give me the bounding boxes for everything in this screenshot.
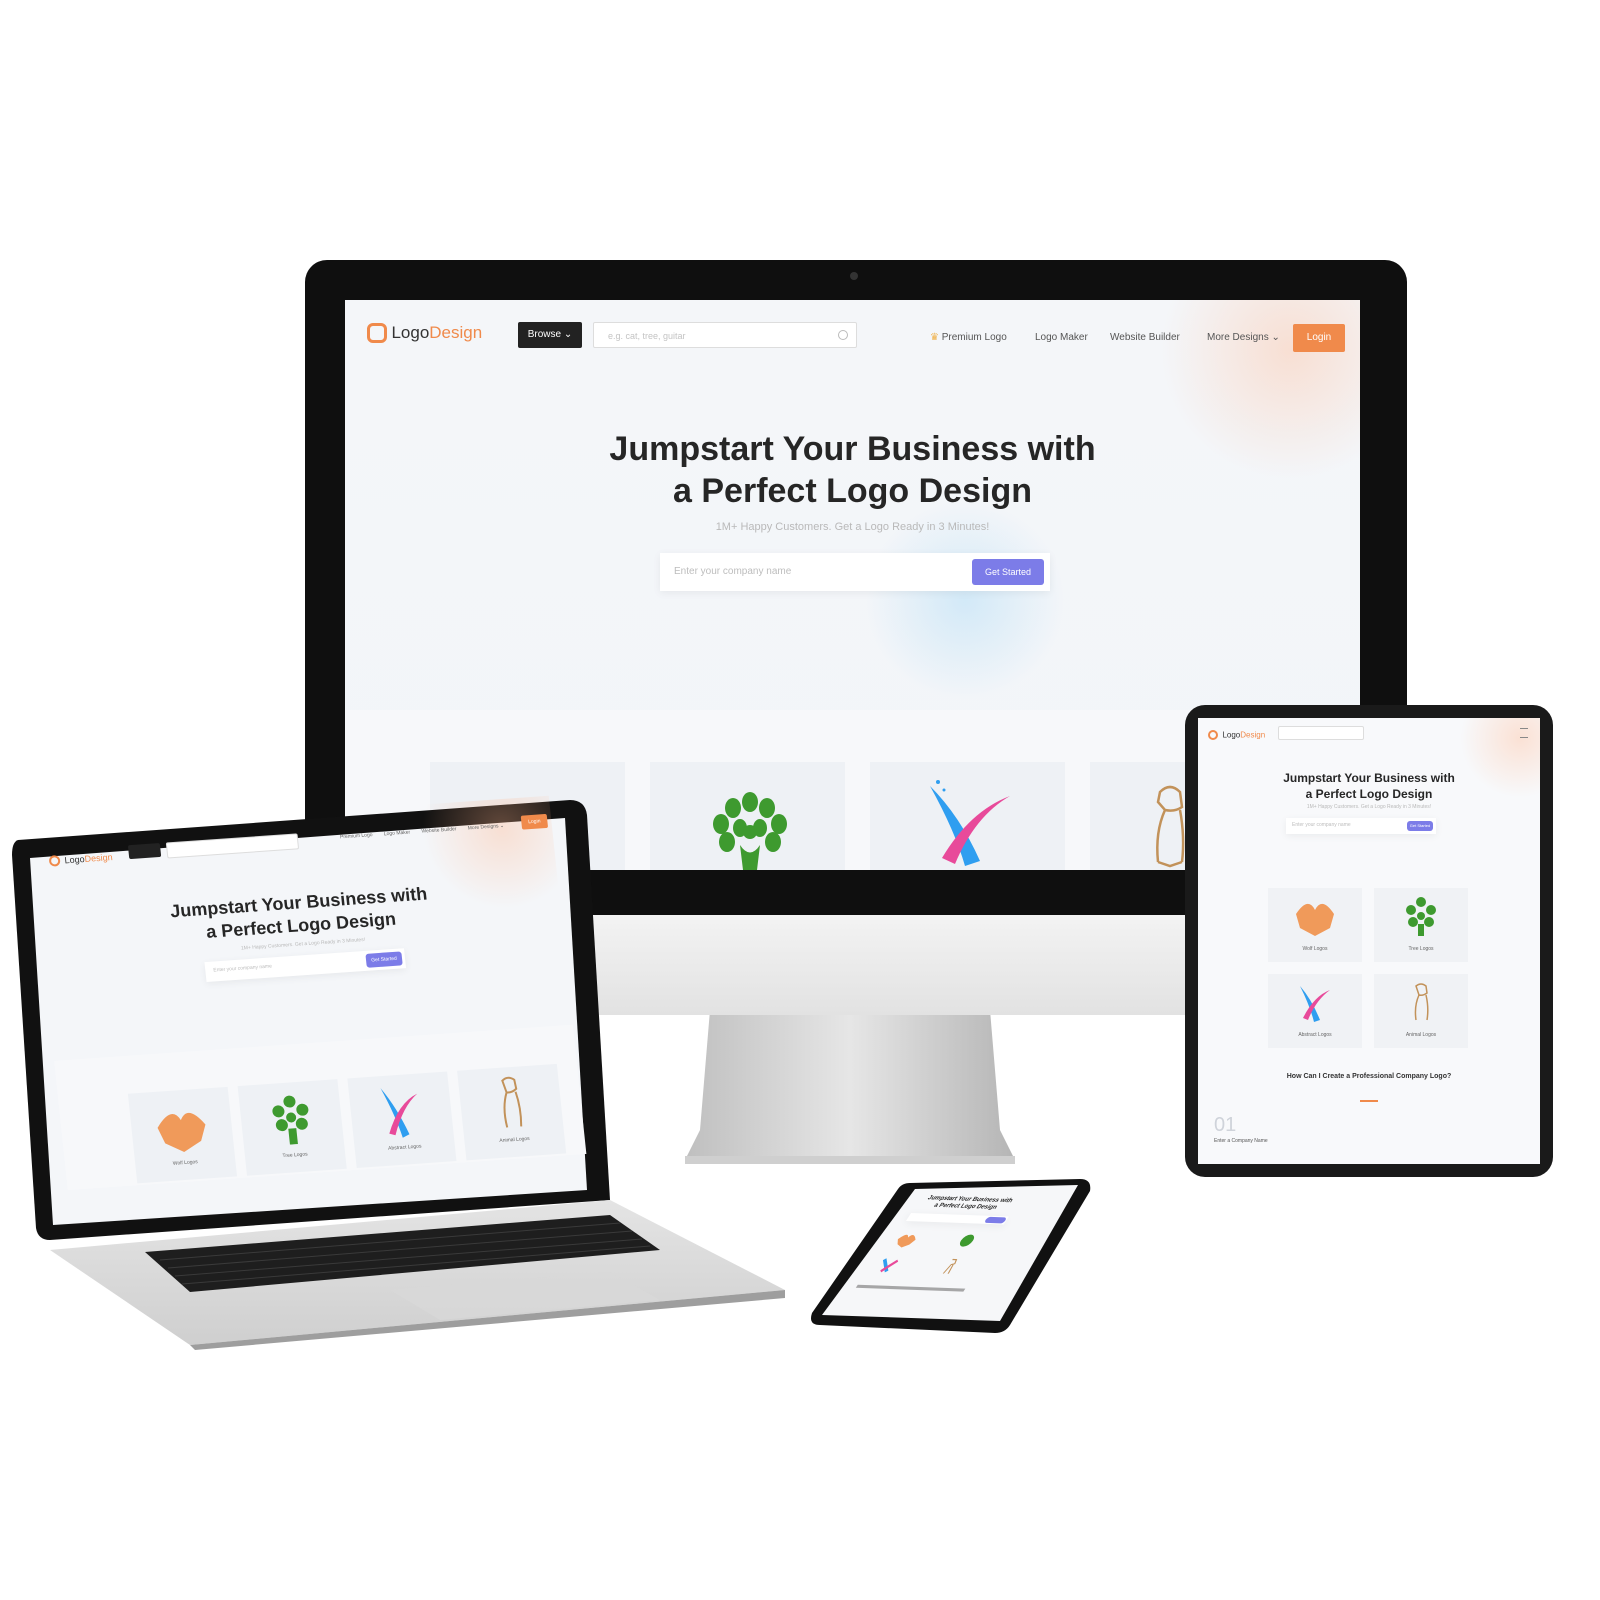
phone-hero-title: Jumpstart Your Business with a Perfect L… bbox=[925, 1195, 1014, 1211]
laptop-card-wolf[interactable]: Wolf Logos bbox=[127, 1086, 238, 1184]
laptop-screen: LogoDesign Premium Logo Logo Maker Websi… bbox=[30, 795, 587, 1191]
tablet-heading-underline bbox=[1360, 1100, 1378, 1102]
tree-logo-icon bbox=[713, 792, 787, 870]
x-logo-icon bbox=[1300, 986, 1330, 1022]
logo-mark-icon bbox=[48, 855, 61, 867]
laptop-card-abstract[interactable]: Abstract Logos bbox=[347, 1071, 457, 1169]
browse-button[interactable]: Browse ⌄ bbox=[518, 322, 582, 348]
search-placeholder: e.g. cat, tree, guitar bbox=[608, 331, 686, 341]
laptop-search-input[interactable] bbox=[165, 833, 300, 859]
get-started-button[interactable]: Get Started bbox=[972, 559, 1044, 585]
tablet-step-number: 01 bbox=[1214, 1114, 1237, 1136]
tablet-get-started-button[interactable]: Get Started bbox=[1407, 821, 1433, 831]
laptop-browse-button[interactable] bbox=[127, 842, 162, 860]
logo-card-abstract[interactable] bbox=[870, 762, 1065, 870]
tablet-card-wolf[interactable]: Wolf Logos bbox=[1268, 888, 1362, 962]
laptop-get-started-button[interactable]: Get Started bbox=[365, 951, 403, 968]
dog-logo-icon bbox=[942, 1258, 958, 1274]
tablet-card-abstract[interactable]: Abstract Logos bbox=[1268, 974, 1362, 1048]
company-name-placeholder: Enter your company name bbox=[674, 566, 792, 577]
nav-link-logo-maker[interactable]: Logo Maker bbox=[1035, 332, 1088, 343]
laptop-company-input[interactable]: Enter your company name Get Started bbox=[204, 948, 407, 983]
x-logo-icon bbox=[880, 1258, 899, 1273]
tree-logo-icon bbox=[959, 1234, 975, 1247]
hero-subtitle: 1M+ Happy Customers. Get a Logo Ready in… bbox=[715, 521, 990, 533]
brand-name-part1: Logo bbox=[391, 323, 430, 342]
site-header: LogoDesign Browse ⌄ e.g. cat, tree, guit… bbox=[345, 300, 1360, 370]
tablet-search-input[interactable] bbox=[1278, 726, 1364, 740]
laptop-login-button[interactable]: Login bbox=[520, 813, 549, 830]
logo-card-tree[interactable] bbox=[650, 762, 845, 870]
brand-logo[interactable]: LogoDesign bbox=[367, 323, 482, 349]
search-icon[interactable] bbox=[838, 330, 848, 340]
monitor-stand bbox=[670, 1010, 1030, 1170]
monitor-camera bbox=[850, 272, 858, 280]
nav-link-website-builder[interactable]: Website Builder bbox=[1110, 332, 1180, 343]
laptop-brand-logo[interactable]: LogoDesign bbox=[48, 848, 113, 870]
laptop-card-animal[interactable]: Animal Logos bbox=[457, 1063, 567, 1161]
phone-section-heading bbox=[855, 1284, 966, 1292]
logo-mark-icon bbox=[1208, 729, 1218, 740]
wolf-logo-icon bbox=[897, 1234, 916, 1248]
tablet-hero-subtitle: 1M+ Happy Customers. Get a Logo Ready in… bbox=[1306, 804, 1432, 810]
nav-link-more-designs[interactable]: More Designs ⌄ bbox=[1207, 332, 1280, 343]
login-button[interactable]: Login bbox=[1293, 324, 1345, 352]
search-input[interactable]: e.g. cat, tree, guitar bbox=[593, 322, 857, 348]
x-logo-icon bbox=[380, 1088, 418, 1138]
logo-mark-icon bbox=[367, 323, 387, 343]
tablet-company-input[interactable]: Enter your company name Get Started bbox=[1286, 818, 1436, 834]
phone-get-started-button[interactable] bbox=[983, 1216, 1008, 1224]
crown-icon: ♛ bbox=[930, 332, 939, 343]
tablet-section-heading: How Can I Create a Professional Company … bbox=[1286, 1073, 1452, 1080]
phone-company-input[interactable] bbox=[905, 1213, 1009, 1225]
tablet-screen: LogoDesign Jumpstart Your Business with … bbox=[1198, 718, 1540, 1164]
hero-title: Jumpstart Your Business with a Perfect L… bbox=[609, 430, 1096, 510]
dog-logo-icon bbox=[501, 1076, 523, 1128]
tablet-brand-logo[interactable]: LogoDesign bbox=[1208, 726, 1265, 744]
tree-logo-icon bbox=[272, 1095, 309, 1145]
tablet-hero-title: Jumpstart Your Business with a Perfect L… bbox=[1283, 771, 1455, 801]
x-logo-icon bbox=[930, 780, 1010, 866]
company-name-input[interactable]: Enter your company name Get Started bbox=[660, 553, 1050, 591]
laptop-card-tree[interactable]: Tree Logos bbox=[237, 1079, 347, 1176]
laptop-base bbox=[50, 1180, 790, 1350]
wolf-logo-icon bbox=[157, 1113, 206, 1153]
brand-name-part2: Design bbox=[429, 323, 483, 342]
tablet-menu-icon[interactable] bbox=[1520, 728, 1528, 738]
tablet-step-title: Enter a Company Name bbox=[1214, 1138, 1268, 1144]
nav-link-premium-logo[interactable]: ♛ Premium Logo bbox=[930, 332, 1007, 343]
wolf-logo-icon bbox=[1296, 903, 1334, 936]
tablet-card-animal[interactable]: Animal Logos bbox=[1374, 974, 1468, 1048]
tablet-card-tree[interactable]: Tree Logos bbox=[1374, 888, 1468, 962]
dog-logo-icon bbox=[1414, 983, 1429, 1021]
tree-logo-icon bbox=[1406, 897, 1436, 936]
